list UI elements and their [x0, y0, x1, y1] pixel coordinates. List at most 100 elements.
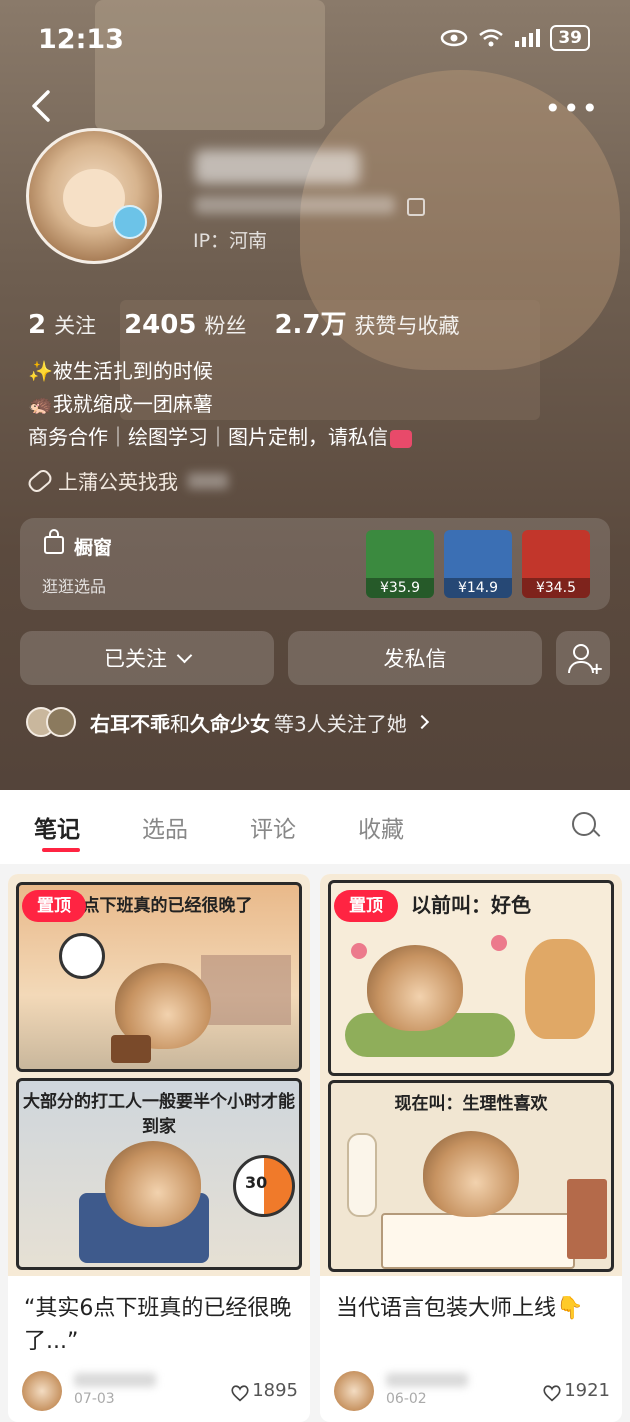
- note-meta: 06-02 1921: [334, 1371, 610, 1415]
- status-time: 12:13: [38, 24, 124, 55]
- tab-notes[interactable]: 笔记: [34, 810, 80, 844]
- mutual-name: 久命少女: [190, 711, 270, 736]
- active-tab-indicator: [42, 848, 80, 852]
- stat-value: 2405: [124, 310, 197, 340]
- notes-feed: 六点下班真的已经很晚了 大部分的打工人一般要半个小时才能到家 30 置顶 “其实…: [0, 864, 630, 1422]
- deer-illustration: [525, 939, 595, 1039]
- shop-window-card[interactable]: 橱窗 逛逛选品 ¥35.9 ¥14.9 ¥34.5: [20, 518, 610, 610]
- product-thumbnail[interactable]: ¥35.9: [366, 530, 434, 598]
- chevron-down-icon: [176, 647, 193, 663]
- profile-name-blurred: [195, 150, 360, 184]
- add-friend-button[interactable]: +: [556, 631, 610, 685]
- shopping-bag-icon: [44, 529, 64, 554]
- link-text-blurred: [188, 472, 228, 489]
- profile-tabs: 笔记 选品 评论 收藏: [0, 790, 630, 864]
- profile-id-blurred: [195, 196, 395, 214]
- product-thumbnail[interactable]: ¥34.5: [522, 530, 590, 598]
- more-options-icon[interactable]: •••: [544, 92, 600, 125]
- ip-location: IP：河南: [193, 230, 268, 252]
- status-icons: 39: [440, 25, 590, 51]
- stat-value: 2.7万: [274, 310, 347, 340]
- eye-icon: [441, 29, 468, 47]
- product-thumbnail[interactable]: ¥14.9: [444, 530, 512, 598]
- note-card[interactable]: 以前叫：好色 现在叫：生理性喜欢 置顶 当代语言包装大师上线👇 06-02 19…: [320, 874, 622, 1422]
- search-icon[interactable]: [572, 812, 596, 836]
- author-avatar[interactable]: [22, 1371, 62, 1411]
- copy-icon[interactable]: [407, 198, 425, 216]
- hedgehog-illustration: [367, 945, 463, 1031]
- comic-caption: 大部分的打工人一般要半个小时才能到家: [23, 1092, 295, 1137]
- comic-panel: 大部分的打工人一般要半个小时才能到家 30: [16, 1078, 302, 1270]
- heart-icon[interactable]: [542, 1384, 562, 1402]
- comic-panel: 现在叫：生理性喜欢: [328, 1080, 614, 1272]
- heart-decoration-icon: [491, 935, 507, 951]
- bio-line: 商务合作｜绘图学习｜图片定制，请私信: [28, 425, 388, 449]
- profile-bio: ✨被生活扎到的时候 🦔我就缩成一团麻薯 商务合作｜绘图学习｜图片定制，请私信: [28, 355, 412, 454]
- comic-caption: 现在叫：生理性喜欢: [394, 1094, 548, 1114]
- briefcase-illustration: [111, 1035, 151, 1063]
- mutual-avatar: [46, 707, 76, 737]
- note-title: “其实6点下班真的已经很晚了...”: [24, 1296, 292, 1354]
- stat-likes-favorites[interactable]: 2.7万 获赞与收藏: [274, 304, 459, 341]
- tab-comments[interactable]: 评论: [250, 810, 296, 844]
- author-name-blurred: [386, 1373, 468, 1387]
- mutual-followers[interactable]: 右耳不乖和久命少女 等3人关注了她: [26, 707, 429, 737]
- stat-value: 2: [28, 310, 47, 340]
- link-icon: [25, 466, 55, 495]
- like-count: 1895: [252, 1380, 298, 1401]
- shop-title: 橱窗: [74, 537, 113, 559]
- bio-line: ✨被生活扎到的时候: [28, 359, 213, 383]
- chevron-right-icon: [414, 714, 429, 730]
- bio-line: 🦔我就缩成一团麻薯: [28, 392, 213, 416]
- signal-icon: [515, 29, 541, 47]
- mutual-suffix: 等3人关注了她: [274, 711, 407, 736]
- shop-subtitle: 逛逛选品: [42, 577, 107, 596]
- followed-button-label: 已关注: [104, 647, 167, 671]
- battery-indicator: 39: [550, 25, 590, 51]
- pinned-badge: 置顶: [334, 890, 398, 922]
- city-skyline-illustration: [201, 955, 291, 1025]
- wifi-icon: [479, 29, 504, 47]
- clock-illustration: [59, 933, 105, 979]
- profile-link[interactable]: 上蒲公英找我: [25, 466, 228, 495]
- stat-following[interactable]: 2 关注: [28, 310, 96, 340]
- profile-stats: 2 关注 2405 粉丝 2.7万 获赞与收藏: [28, 304, 488, 341]
- tab-selections[interactable]: 选品: [142, 810, 188, 844]
- add-user-icon-head: [573, 644, 589, 660]
- avatar-fishbowl: [113, 205, 147, 239]
- product-price: ¥34.5: [522, 578, 590, 598]
- send-message-label: 发私信: [383, 647, 447, 671]
- mutual-joiner: 和: [170, 711, 190, 736]
- hedgehog-illustration: [105, 1141, 201, 1227]
- author-name-blurred: [74, 1373, 156, 1387]
- skeleton-illustration: [347, 1133, 377, 1217]
- like-count: 1921: [564, 1380, 610, 1401]
- author-avatar[interactable]: [334, 1371, 374, 1411]
- pinned-badge: 置顶: [22, 890, 86, 922]
- profile-avatar[interactable]: [26, 128, 162, 264]
- mutual-text: 右耳不乖和久命少女 等3人关注了她: [90, 708, 407, 737]
- timer-number: 30: [245, 1173, 268, 1192]
- stat-fans[interactable]: 2405 粉丝: [124, 310, 246, 340]
- note-card[interactable]: 六点下班真的已经很晚了 大部分的打工人一般要半个小时才能到家 30 置顶 “其实…: [8, 874, 310, 1422]
- product-price: ¥35.9: [366, 578, 434, 598]
- followed-button[interactable]: 已关注: [20, 631, 274, 685]
- product-price: ¥14.9: [444, 578, 512, 598]
- heart-icon[interactable]: [230, 1384, 250, 1402]
- note-date: 06-02: [386, 1391, 427, 1407]
- tab-favorites[interactable]: 收藏: [358, 810, 404, 844]
- note-title: 当代语言包装大师上线👇: [336, 1296, 584, 1321]
- note-cover-image: 六点下班真的已经很晚了 大部分的打工人一般要半个小时才能到家 30 置顶: [8, 874, 310, 1276]
- bio-line-wrapper: 商务合作｜绘图学习｜图片定制，请私信: [28, 421, 412, 454]
- send-message-button[interactable]: 发私信: [288, 631, 542, 685]
- heart-decoration-icon: [351, 943, 367, 959]
- book-illustration: [381, 1213, 575, 1269]
- note-date: 07-03: [74, 1391, 115, 1407]
- mutual-name: 右耳不乖: [90, 711, 170, 736]
- stat-label: 关注: [54, 314, 97, 338]
- note-cover-image: 以前叫：好色 现在叫：生理性喜欢 置顶: [320, 874, 622, 1276]
- stat-label: 粉丝: [204, 314, 247, 338]
- hedgehog-illustration: [423, 1131, 519, 1217]
- back-arrow-icon[interactable]: [26, 86, 56, 126]
- add-user-icon-plus: +: [590, 659, 604, 678]
